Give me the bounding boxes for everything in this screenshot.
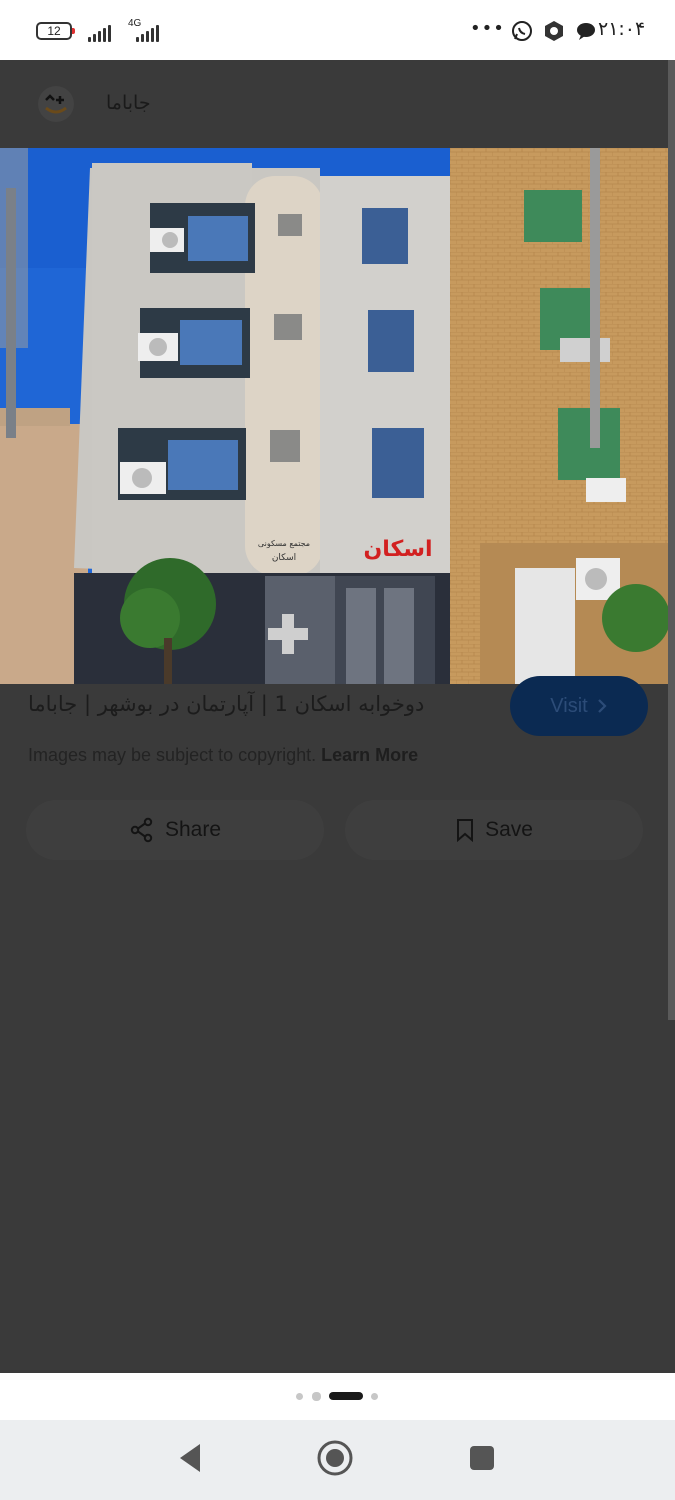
recents-icon[interactable]	[468, 1444, 496, 1472]
building-sign-text: اسکان	[363, 537, 432, 562]
small-sign-line1: مجتمع مسکونی	[258, 539, 310, 548]
clock: ۲۱:۰۴	[598, 18, 646, 40]
status-bar: 12 4G ••• ۲۱:۰۴	[0, 0, 675, 60]
whatsapp-icon	[512, 21, 532, 41]
back-icon[interactable]	[176, 1442, 204, 1474]
share-label: Share	[164, 818, 222, 841]
hexagon-icon	[545, 21, 563, 41]
pager-dot[interactable]	[312, 1392, 321, 1401]
signal-icon	[88, 24, 111, 42]
smile-plus-icon	[38, 86, 74, 122]
source-header[interactable]	[0, 60, 668, 148]
pager-dot[interactable]	[371, 1393, 378, 1400]
home-icon[interactable]	[316, 1439, 354, 1477]
copyright-text: Images may be subject to copyright.	[28, 745, 317, 765]
visit-label: Visit	[550, 694, 588, 717]
learn-more-link[interactable]: Learn More	[321, 745, 418, 765]
site-name[interactable]: جاباما	[106, 92, 151, 114]
chevron-right-icon	[597, 699, 607, 713]
save-label: Save	[485, 818, 533, 841]
chat-icon	[577, 23, 595, 40]
signal-icon-2	[136, 24, 159, 42]
bookmark-icon	[457, 819, 474, 842]
battery-level: 12	[47, 24, 61, 38]
pager-dot-active[interactable]	[329, 1392, 363, 1400]
small-sign-line2: اسکان	[272, 553, 296, 563]
battery-icon: 12	[36, 22, 75, 40]
pager-dot[interactable]	[296, 1393, 303, 1400]
result-image[interactable]: اسکان مجتمع مسکونی اسکان	[0, 148, 668, 684]
result-title[interactable]: دوخوابه اسکان 1 | آپارتمان در بوشهر | جا…	[28, 692, 468, 716]
save-button[interactable]: Save	[345, 800, 643, 860]
system-navigation-bar	[0, 1420, 675, 1500]
scrollbar[interactable]	[668, 60, 675, 1020]
visit-button[interactable]: Visit	[510, 676, 648, 736]
more-notifications-indicator: •••	[470, 18, 505, 39]
share-icon	[130, 817, 153, 843]
copyright-notice: Images may be subject to copyright. Lear…	[28, 745, 418, 766]
share-button[interactable]: Share	[26, 800, 324, 860]
